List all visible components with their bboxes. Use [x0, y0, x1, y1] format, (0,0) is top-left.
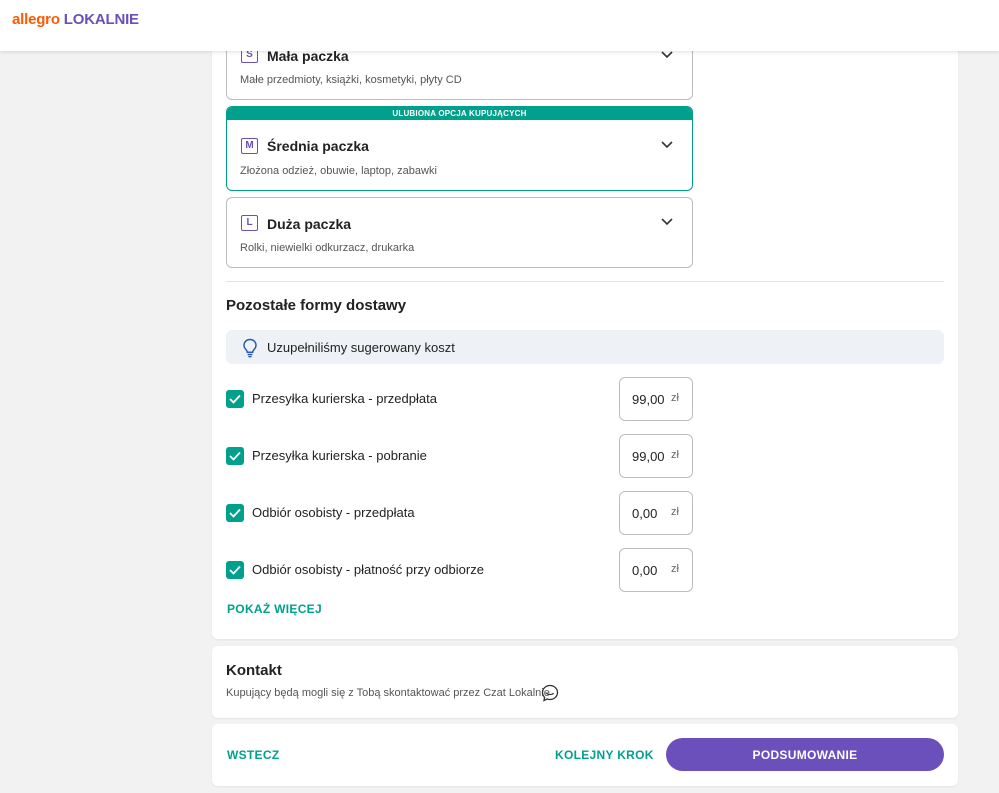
- price-input[interactable]: 0,00 zł: [619, 548, 693, 592]
- package-title: Duża paczka: [267, 216, 352, 232]
- option-label: Odbiór osobisty - płatność przy odbiorze: [252, 562, 484, 577]
- contact-card: Kontakt Kupujący będą mogli się z Tobą s…: [212, 646, 958, 718]
- lightbulb-icon: [243, 338, 257, 358]
- option-label: Odbiór osobisty - przedpłata: [252, 505, 415, 520]
- price-value: 99,00: [632, 392, 665, 407]
- delivery-option-pickup-prepaid: Odbiór osobisty - przedpłata 0,00 zł: [226, 491, 693, 535]
- other-delivery-title: Pozostałe formy dostawy: [226, 297, 407, 314]
- suggested-cost-info: Uzupełniliśmy sugerowany koszt: [226, 330, 944, 364]
- delivery-option-pickup-cod: Odbiór osobisty - płatność przy odbiorze…: [226, 548, 693, 592]
- contact-description: Kupujący będą mogli się z Tobą skontakto…: [226, 687, 550, 699]
- package-title: Średnia paczka: [267, 138, 369, 154]
- checkbox-checked[interactable]: [226, 504, 244, 522]
- logo-brand: allegro: [12, 11, 60, 28]
- checkbox-checked[interactable]: [226, 561, 244, 579]
- contact-title: Kontakt: [226, 662, 282, 679]
- delivery-card: S Mała paczka Małe przedmioty, książki, …: [212, 0, 958, 639]
- package-description: Małe przedmioty, książki, kosmetyki, pły…: [240, 74, 462, 86]
- back-button[interactable]: WSTECZ: [227, 748, 279, 762]
- check-icon: [229, 508, 241, 518]
- info-text: Uzupełniliśmy sugerowany koszt: [267, 340, 455, 355]
- option-label: Przesyłka kurierska - pobranie: [252, 448, 427, 463]
- price-input[interactable]: 99,00 zł: [619, 434, 693, 478]
- allegro-lokalnie-logo[interactable]: allegro LOKALNIE: [12, 11, 139, 28]
- delivery-option-courier-cod: Przesyłka kurierska - pobranie 99,00 zł: [226, 434, 693, 478]
- package-medium[interactable]: ULUBIONA OPCJA KUPUJĄCYCH M Średnia pacz…: [226, 106, 693, 191]
- currency-unit: zł: [671, 392, 679, 404]
- logo-sub: LOKALNIE: [63, 11, 139, 28]
- package-description: Złożona odzież, obuwie, laptop, zabawki: [240, 165, 437, 177]
- price-input[interactable]: 0,00 zł: [619, 491, 693, 535]
- check-icon: [229, 394, 241, 404]
- chat-icon: [541, 684, 559, 702]
- size-m-icon: M: [241, 138, 258, 154]
- show-more-link[interactable]: POKAŻ WIĘCEJ: [227, 602, 322, 616]
- checkbox-checked[interactable]: [226, 447, 244, 465]
- check-icon: [229, 565, 241, 575]
- currency-unit: zł: [671, 506, 679, 518]
- price-value: 0,00: [632, 506, 658, 521]
- option-label: Przesyłka kurierska - przedpłata: [252, 391, 437, 406]
- top-header: allegro LOKALNIE: [0, 0, 999, 51]
- checkbox-checked[interactable]: [226, 390, 244, 408]
- summary-button[interactable]: PODSUMOWANIE: [666, 738, 944, 771]
- navigation-card: WSTECZ KOLEJNY KROK PODSUMOWANIE: [212, 724, 958, 786]
- currency-unit: zł: [671, 449, 679, 461]
- check-icon: [229, 451, 241, 461]
- currency-unit: zł: [671, 563, 679, 575]
- size-l-icon: L: [241, 215, 258, 231]
- price-input[interactable]: 99,00 zł: [619, 377, 693, 421]
- next-step-button[interactable]: KOLEJNY KROK: [555, 748, 654, 762]
- package-description: Rolki, niewielki odkurzacz, drukarka: [240, 242, 415, 254]
- price-value: 0,00: [632, 563, 658, 578]
- divider: [226, 281, 944, 282]
- chevron-down-icon[interactable]: [660, 137, 674, 151]
- delivery-option-courier-prepaid: Przesyłka kurierska - przedpłata 99,00 z…: [226, 377, 693, 421]
- package-large[interactable]: L Duża paczka Rolki, niewielki odkurzacz…: [226, 197, 693, 268]
- favorite-banner: ULUBIONA OPCJA KUPUJĄCYCH: [227, 107, 692, 120]
- price-value: 99,00: [632, 449, 665, 464]
- chevron-down-icon[interactable]: [660, 214, 674, 228]
